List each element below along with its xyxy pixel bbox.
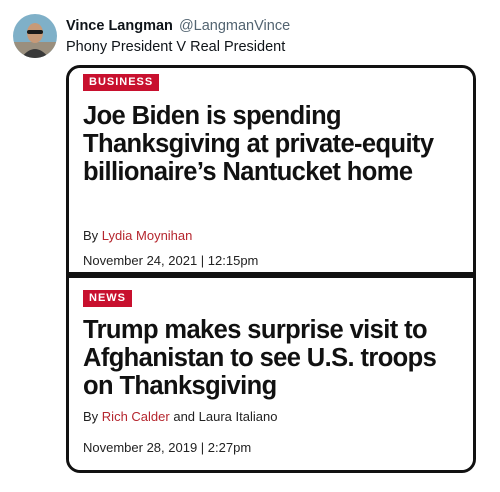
- byline: By Lydia Moynihan: [83, 228, 192, 243]
- article-card: BUSINESS Joe Biden is spending Thanksgiv…: [69, 68, 473, 272]
- author-link: Lydia Moynihan: [101, 228, 193, 243]
- coauthor: and Laura Italiano: [173, 409, 278, 424]
- publish-date: November 24, 2021 | 12:15pm: [83, 253, 259, 268]
- author-link: Rich Calder: [101, 409, 170, 424]
- user-handle[interactable]: @LangmanVince: [179, 18, 290, 34]
- tweet-media-image[interactable]: BUSINESS Joe Biden is spending Thanksgiv…: [66, 65, 476, 473]
- avatar[interactable]: [13, 14, 57, 58]
- byline-prefix: By: [83, 409, 99, 424]
- tweet-text: Phony President V Real President: [66, 39, 286, 55]
- article-card: NEWS Trump makes surprise visit to Afgha…: [69, 278, 473, 470]
- tweet-author-line: Vince Langman @LangmanVince: [66, 18, 290, 34]
- display-name[interactable]: Vince Langman: [66, 18, 173, 34]
- publish-date: November 28, 2019 | 2:27pm: [83, 440, 252, 455]
- byline: By Rich Calder and Laura Italiano: [83, 409, 277, 424]
- section-tag: NEWS: [83, 290, 132, 307]
- article-headline: Trump makes surprise visit to Afghanista…: [83, 316, 437, 400]
- byline-prefix: By: [83, 228, 99, 243]
- section-tag: BUSINESS: [83, 74, 160, 91]
- article-headline: Joe Biden is spending Thanksgiving at pr…: [83, 102, 434, 186]
